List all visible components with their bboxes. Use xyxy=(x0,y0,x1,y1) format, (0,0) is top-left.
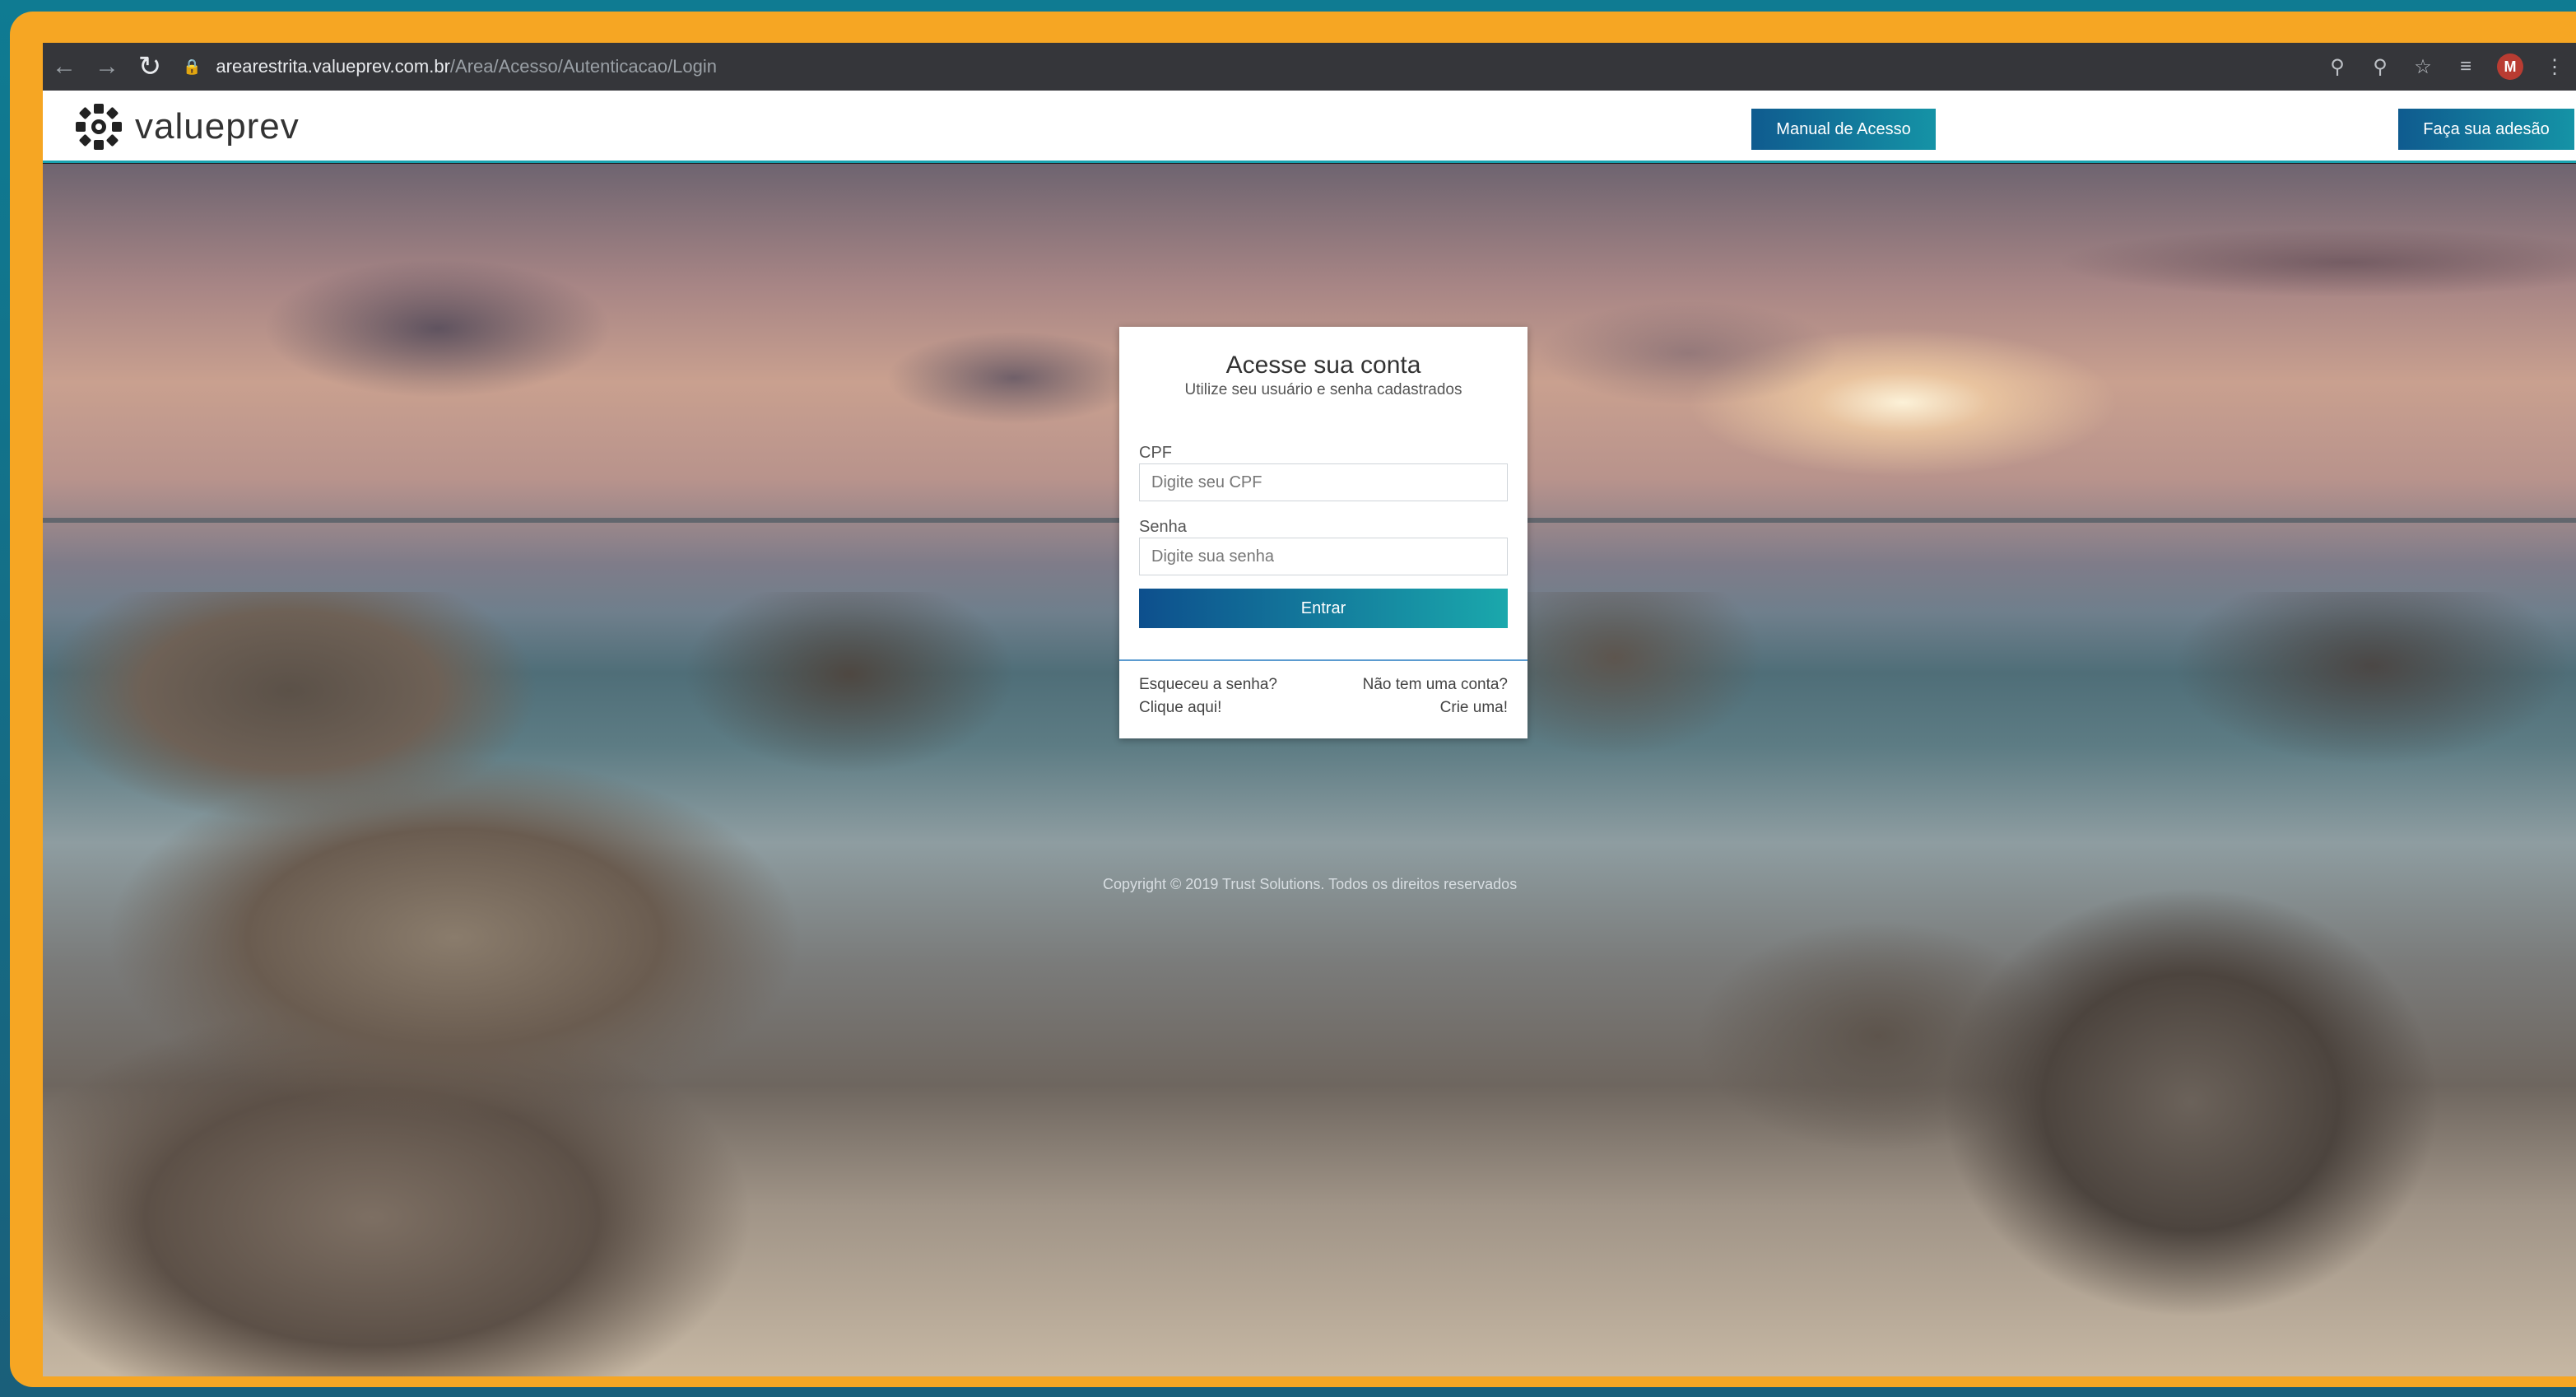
signup-text: Não tem uma conta? xyxy=(1362,676,1508,693)
rocks-right xyxy=(1483,592,2576,1376)
url-path: /Area/Acesso/Autenticacao/Login xyxy=(449,56,718,77)
senha-label: Senha xyxy=(1139,518,1187,536)
login-button[interactable]: Entrar xyxy=(1139,589,1508,628)
background-image: Acesse sua conta Utilize seu usuário e s… xyxy=(43,164,2576,1376)
forward-icon[interactable]: → xyxy=(86,43,128,91)
browser-window: ← → ↻ 🔒 arearestrita.valueprev.com.br /A… xyxy=(43,43,2576,1376)
profile-avatar[interactable]: M xyxy=(2497,54,2523,80)
forgot-password-link[interactable]: Clique aqui! xyxy=(1139,699,1221,717)
password-input[interactable] xyxy=(1139,538,1508,575)
site-header: valueprev Manual de Acesso Faça sua ades… xyxy=(43,91,2576,163)
url-host: arearestrita.valueprev.com.br xyxy=(216,56,450,77)
login-card: Acesse sua conta Utilize seu usuário e s… xyxy=(1119,327,1527,738)
reload-icon[interactable]: ↻ xyxy=(128,43,171,91)
valueprev-logo-icon xyxy=(76,104,122,150)
forgot-password-text: Esqueceu a senha? xyxy=(1139,676,1277,693)
address-bar[interactable]: 🔒 arearestrita.valueprev.com.br /Area/Ac… xyxy=(183,49,717,85)
browser-actions: ⚲ ⚲ ☆ ≡ M ⋮ xyxy=(2316,43,2576,91)
lock-icon: 🔒 xyxy=(183,58,202,75)
manual-access-button[interactable]: Manual de Acesso xyxy=(1751,109,1936,150)
cpf-input[interactable] xyxy=(1139,463,1508,501)
key-icon[interactable]: ⚲ xyxy=(2316,55,2359,79)
zoom-icon[interactable]: ⚲ xyxy=(2359,55,2402,79)
join-button[interactable]: Faça sua adesão xyxy=(2398,109,2574,150)
rocks-left xyxy=(43,592,1113,1376)
menu-icon[interactable]: ⋮ xyxy=(2533,55,2576,79)
login-subtitle: Utilize seu usuário e senha cadastrados xyxy=(1184,381,1462,398)
card-divider xyxy=(1119,659,1527,661)
logo[interactable]: valueprev xyxy=(72,100,300,153)
cpf-label: CPF xyxy=(1139,444,1172,462)
star-icon[interactable]: ☆ xyxy=(2402,55,2444,79)
login-title: Acesse sua conta xyxy=(1225,352,1421,379)
logo-text: valueprev xyxy=(135,106,300,147)
queue-icon[interactable]: ≡ xyxy=(2444,55,2487,78)
copyright-text: Copyright © 2019 Trust Solutions. Todos … xyxy=(1103,876,1518,892)
browser-toolbar: ← → ↻ 🔒 arearestrita.valueprev.com.br /A… xyxy=(43,43,2576,91)
back-icon[interactable]: ← xyxy=(43,43,86,91)
signup-link[interactable]: Crie uma! xyxy=(1440,699,1508,717)
